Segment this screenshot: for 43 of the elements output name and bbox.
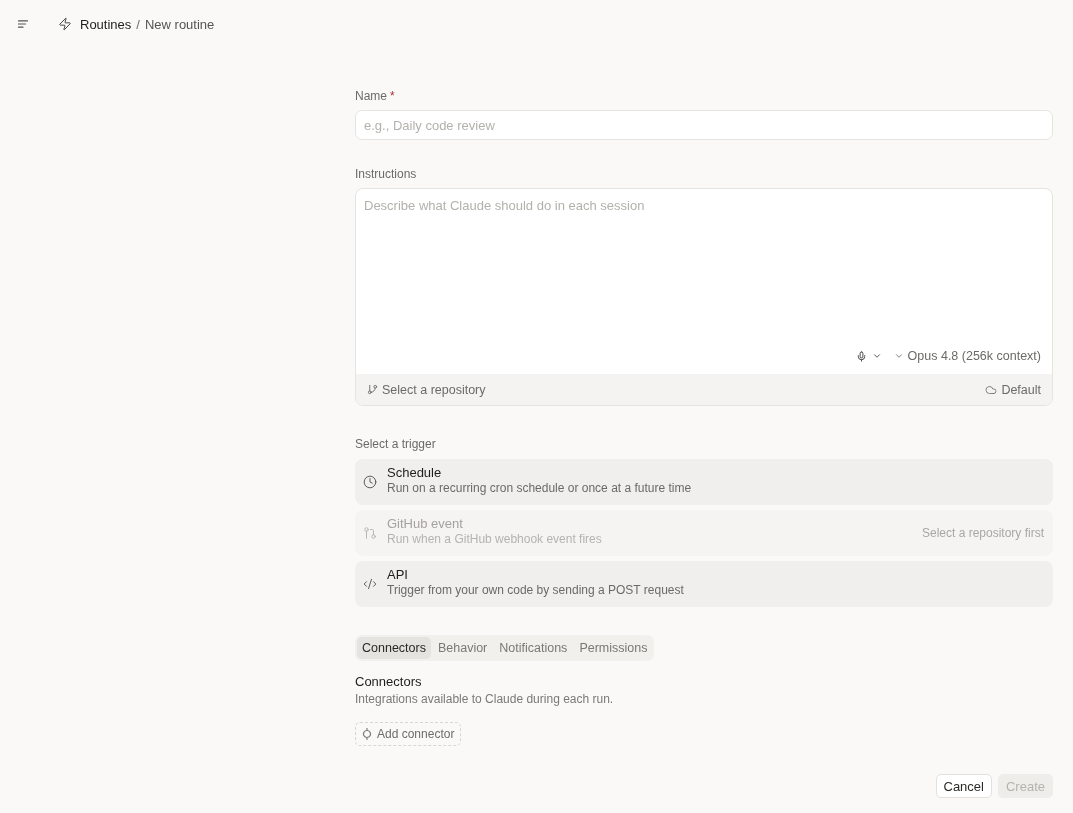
trigger-title: Schedule — [387, 464, 442, 481]
trigger-description: Run on a recurring cron schedule or once at a future time — [387, 481, 692, 496]
branch-icon — [367, 384, 378, 395]
model-selector[interactable]: Opus 4.8 (256k context) — [893, 347, 1041, 365]
caret-icon — [871, 351, 882, 361]
environment-selector[interactable]: Default — [985, 380, 1041, 399]
trigger-card[interactable]: API Trigger from your own code by sending a POST request — [355, 561, 1053, 607]
breadcrumb-separator: / — [136, 16, 140, 32]
menu-button[interactable] — [16, 17, 30, 31]
caret-icon — [893, 351, 904, 361]
name-input[interactable]: e.g., Daily code review — [355, 110, 1053, 140]
section-title: Connectors — [355, 673, 422, 690]
microphone-button[interactable] — [855, 348, 882, 364]
breadcrumb-link[interactable]: Routines — [80, 16, 132, 32]
required-mark: * — [390, 88, 395, 104]
tab[interactable]: Connectors — [357, 637, 431, 659]
trigger-title: GitHub event — [387, 515, 463, 532]
trigger-title: API — [387, 566, 408, 583]
pull-request-icon — [363, 526, 377, 540]
tab[interactable]: Permissions — [574, 637, 653, 659]
trigger-description: Trigger from your own code by sending a POST request — [387, 583, 684, 598]
code-icon — [363, 577, 377, 591]
microphone-icon — [855, 350, 867, 362]
breadcrumb-current: New routine — [144, 16, 215, 32]
cloud-icon — [985, 383, 998, 396]
trigger-description: Run when a GitHub webhook event fires — [387, 532, 602, 547]
field-label: Instructions — [355, 166, 417, 182]
field-label: Name — [355, 88, 387, 104]
menu-icon — [18, 20, 28, 28]
section-label: Select a trigger — [355, 436, 436, 452]
add-connector-button[interactable]: Add connector — [355, 722, 462, 746]
repository-selector[interactable]: Select a repository — [367, 380, 486, 399]
trigger-note: Select a repository first — [921, 526, 1044, 540]
tab[interactable]: Notifications — [494, 637, 573, 659]
section-description: Integrations available to Claude during each run. — [355, 692, 614, 707]
instructions-field[interactable]: Describe what Claude should do in each session — [356, 189, 1052, 338]
action-button[interactable]: Cancel — [935, 774, 992, 798]
instructions-box[interactable]: Describe what Claude should do in each session Opus 4.8 (256k context) Select a repository Default — [355, 188, 1053, 406]
lightning-icon — [58, 17, 72, 31]
clock-icon — [363, 475, 377, 489]
trigger-card[interactable]: Schedule Run on a recurring cron schedule or once at a future time — [355, 459, 1053, 505]
ring-icon — [362, 728, 372, 740]
tab[interactable]: Behavior — [432, 637, 493, 659]
